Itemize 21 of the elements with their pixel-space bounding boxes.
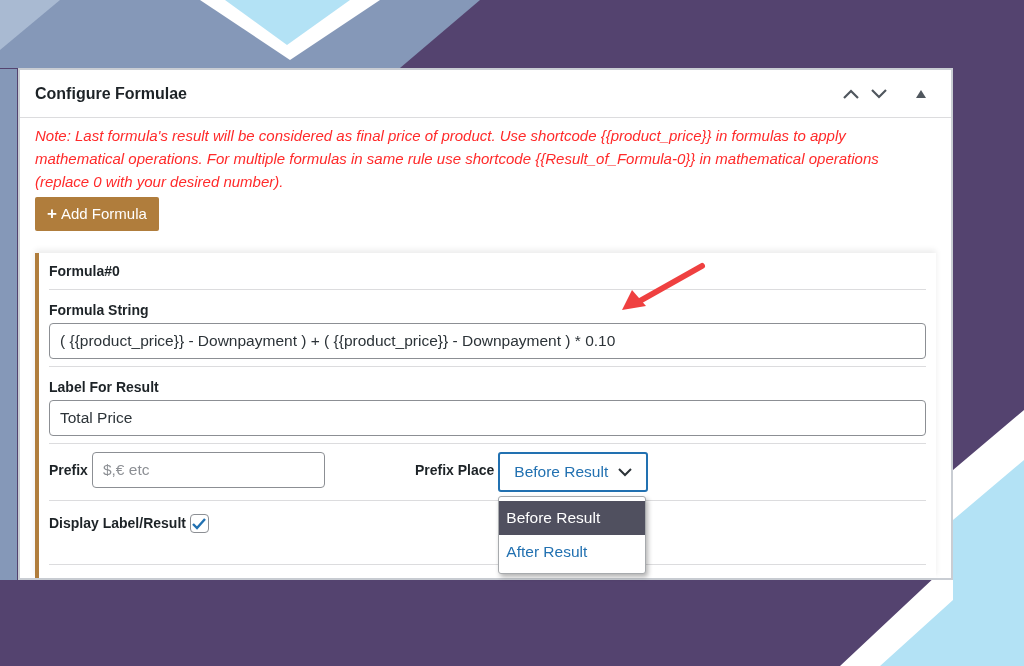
prefix-field[interactable]: $,€ etc bbox=[91, 452, 325, 488]
panel-title: Configure Formulae bbox=[35, 83, 187, 104]
field-label: Display Label/Result bbox=[49, 514, 186, 533]
chevron-up-icon[interactable] bbox=[842, 87, 860, 100]
chevron-down-icon bbox=[618, 467, 633, 477]
field-label: Formula String bbox=[49, 301, 150, 320]
field-label: Prefix Place bbox=[414, 461, 495, 480]
field-label: Label For Result bbox=[49, 378, 160, 397]
checkbox[interactable] bbox=[189, 514, 209, 533]
input-field[interactable]: ( {{product_price}} - Downpayment ) + ( {{product_price}} - Downpayment ) * 0.10 bbox=[49, 323, 926, 359]
checkmark-icon bbox=[192, 517, 207, 530]
field-label: Prefix bbox=[49, 461, 88, 480]
chevron-down-icon[interactable] bbox=[870, 87, 888, 100]
collapse-triangle-icon[interactable] bbox=[916, 89, 926, 98]
formula-title: Formula#0 bbox=[49, 263, 120, 279]
prefix-place-dropdown[interactable]: Before Result bbox=[498, 452, 649, 492]
input-field[interactable]: Total Price bbox=[49, 400, 926, 436]
dropdown-option[interactable]: Before Result bbox=[499, 501, 646, 535]
note-text: Note: Last formula's result will be considered as final price of product. Use shortcode {{product_price}} in formulas to apply mathematical operations. For multiple formulas in same rule use shortcode {{Result_of_Formula-0}} in mathematical operations (replace 0 with your desired number). bbox=[35, 126, 880, 192]
add-formula-button[interactable]: + Add Formula bbox=[35, 197, 159, 231]
dropdown-option[interactable]: After Result bbox=[499, 535, 646, 569]
